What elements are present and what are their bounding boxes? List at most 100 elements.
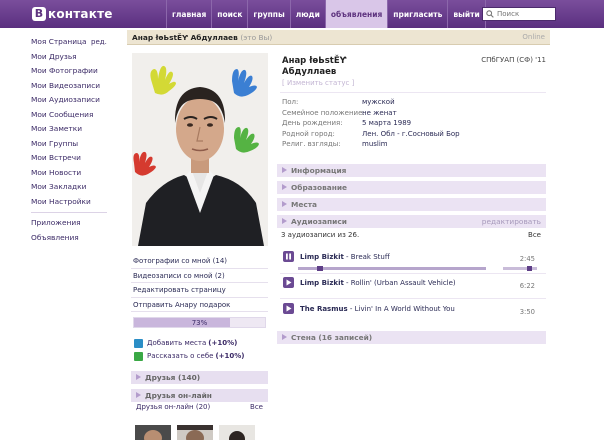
nav-invite[interactable]: пригласить — [387, 0, 447, 28]
menu-my-page[interactable]: Моя Страница ред. — [31, 35, 125, 50]
section-audio[interactable]: Аудиозаписи редактировать — [277, 215, 546, 228]
info-value[interactable]: Лен. Обл - г.Сосновый Бор — [362, 129, 460, 140]
info-key: Пол: — [282, 98, 299, 106]
section-label: Места — [291, 200, 318, 209]
menu-news[interactable]: Мои Новости — [31, 166, 125, 181]
menu-groups[interactable]: Мои Группы — [31, 137, 125, 152]
tip-text: Рассказать о себе — [147, 352, 214, 360]
track-divider — [280, 298, 546, 299]
menu-apps[interactable]: Приложения — [31, 216, 125, 231]
link-photos-with-me[interactable]: Фотографии со мной (14) — [131, 254, 268, 269]
expand-arrow-icon — [282, 334, 287, 340]
tip-add-places[interactable]: Добавить места (+10%) — [134, 338, 237, 348]
progress-slider[interactable] — [298, 266, 486, 271]
tip-bonus: (+10%) — [215, 352, 245, 360]
info-value[interactable]: 5 марта 1989 — [362, 118, 411, 129]
profile-name: Анар łѳЬѕtĚƳ Абдуллаев — [282, 56, 346, 78]
menu-photos[interactable]: Мои Фотографии — [31, 64, 125, 79]
menu-messages[interactable]: Мои Сообщения — [31, 108, 125, 123]
friends-online-subheader: Друзья он-лайн (20) Все — [131, 403, 268, 414]
menu-settings[interactable]: Мои Настройки — [31, 195, 125, 210]
info-key: Семейное положение: — [282, 108, 365, 117]
online-status: Online — [522, 33, 545, 41]
audio-all-link[interactable]: Все — [528, 231, 541, 239]
menu-audio[interactable]: Мои Аудиозаписи — [31, 93, 125, 108]
friends-online-header[interactable]: Друзья он-лайн — [131, 389, 268, 402]
section-places[interactable]: Места — [277, 198, 546, 211]
profile-name-line1: Анар łѳЬѕtĚƳ — [282, 56, 347, 66]
menu-divider — [31, 212, 107, 213]
nav-people[interactable]: люди — [289, 0, 325, 28]
profile-photo-image — [132, 53, 268, 246]
status-edit-link[interactable]: [ Изменить статус ] — [282, 79, 354, 87]
profile-name-line2: Абдуллаев — [282, 67, 337, 77]
section-wall[interactable]: Стена (16 записей) — [277, 331, 546, 344]
volume-slider[interactable] — [503, 266, 537, 271]
section-label: Стена (16 записей) — [291, 333, 373, 342]
section-label: Информация — [291, 166, 347, 175]
menu-bookmarks[interactable]: Мои Закладки — [31, 180, 125, 195]
logo-badge: В — [32, 6, 46, 21]
audio-edit-link[interactable]: редактировать — [482, 215, 541, 228]
friend-avatar[interactable] — [177, 425, 213, 440]
nav-home[interactable]: главная — [166, 0, 211, 28]
profile-completeness-bar: 73% — [133, 317, 266, 328]
progress-handle[interactable] — [316, 266, 323, 271]
menu-friends[interactable]: Мои Друзья — [31, 50, 125, 65]
menu-videos[interactable]: Мои Видеозаписи — [31, 79, 125, 94]
profile-bar-name: Анар łѳЬѕtĚƳ Абдуллаев (это Вы) — [132, 33, 272, 42]
play-button[interactable] — [283, 277, 294, 288]
friend-avatar[interactable] — [219, 425, 255, 440]
friend-avatar[interactable] — [135, 425, 171, 440]
menu-events[interactable]: Мои Встречи — [31, 151, 125, 166]
link-edit-page[interactable]: Редактировать страницу — [131, 283, 268, 298]
profile-photo[interactable] — [132, 53, 268, 246]
nav-groups[interactable]: группы — [247, 0, 289, 28]
play-button[interactable] — [283, 303, 294, 314]
track-divider — [280, 273, 546, 274]
expand-arrow-icon — [136, 374, 141, 380]
friends-all-link[interactable]: Все — [250, 403, 263, 411]
link-send-gift[interactable]: Отправить Анару подарок — [131, 298, 268, 312]
expand-arrow-icon — [282, 167, 287, 173]
track-title[interactable]: Limp Bizkit - Rollin' (Urban Assault Veh… — [300, 279, 456, 287]
track-title[interactable]: The Rasmus - Livin' In A World Without Y… — [300, 305, 455, 313]
menu-notes[interactable]: Мои Заметки — [31, 122, 125, 137]
logo-text: контакте — [48, 6, 113, 21]
logo[interactable]: В контакте — [32, 6, 113, 21]
friends-header[interactable]: Друзья (140) — [131, 371, 268, 384]
profile-left-links: Фотографии со мной (14) Видеозаписи со м… — [131, 254, 268, 312]
search-input[interactable] — [497, 10, 555, 18]
track-name: Break Stuff — [350, 253, 390, 261]
volume-handle[interactable] — [526, 266, 532, 271]
profile-title-bar: Анар łѳЬѕtĚƳ Абдуллаев (это Вы) Online — [127, 30, 550, 45]
speech-icon — [134, 351, 143, 361]
university-label[interactable]: СПбГУАП (СФ) '11 — [481, 56, 546, 64]
link-videos-with-me[interactable]: Видеозаписи со мной (2) — [131, 269, 268, 283]
track-name: Livin' In A World Without You — [354, 305, 455, 313]
audio-count: 3 аудиозаписи из 26. — [281, 231, 360, 239]
tip-about-self[interactable]: Рассказать о себе (+10%) — [134, 351, 244, 361]
map-pin-icon — [134, 338, 143, 348]
menu-edit-link[interactable]: ред. — [91, 35, 107, 50]
track-title[interactable]: Limp Bizkit - Break Stuff — [300, 253, 390, 261]
play-icon — [286, 305, 292, 312]
pause-button[interactable] — [283, 251, 294, 262]
nav-search[interactable]: поиск — [211, 0, 247, 28]
nav-ads[interactable]: объявления — [324, 0, 388, 28]
track-artist: Limp Bizkit — [300, 253, 344, 261]
tip-bonus: (+10%) — [208, 339, 238, 347]
info-value[interactable]: мужской — [362, 97, 395, 108]
section-info[interactable]: Информация — [277, 164, 546, 177]
section-label: Аудиозаписи — [291, 217, 347, 226]
audio-track: Limp Bizkit - Rollin' (Urban Assault Veh… — [283, 277, 545, 290]
left-menu: Моя Страница ред. Мои Друзья Мои Фотограф… — [31, 35, 125, 245]
section-education[interactable]: Образование — [277, 181, 546, 194]
main-nav: главная поиск группы люди объявления при… — [166, 0, 486, 28]
info-value[interactable]: не женат — [362, 108, 397, 119]
info-value[interactable]: muslim — [362, 139, 388, 150]
menu-ads[interactable]: Объявления — [31, 231, 125, 246]
nav-logout[interactable]: выйти — [447, 0, 486, 28]
friends-online-label: Друзья он-лайн — [145, 391, 212, 400]
info-key: Религ. взгляды: — [282, 140, 341, 148]
